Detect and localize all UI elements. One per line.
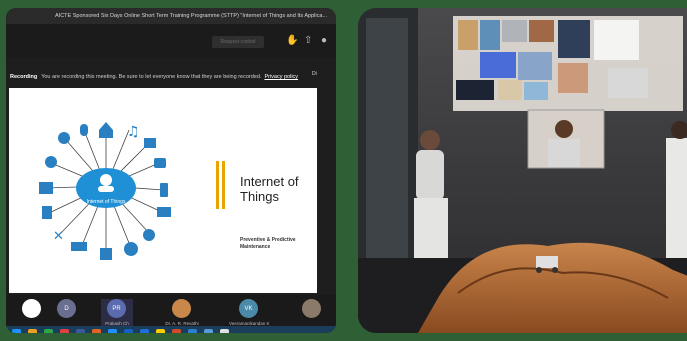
- taskbar-app-icon[interactable]: [156, 329, 165, 333]
- gear-icon: [124, 242, 138, 256]
- taskbar-app-icon[interactable]: [204, 329, 213, 333]
- recording-message: You are recording this meeting. Be sure …: [41, 74, 262, 80]
- recording-label: Recording: [10, 74, 38, 80]
- person-right: [666, 121, 687, 258]
- taskbar-app-icon[interactable]: [28, 329, 37, 333]
- taskbar-app-icon[interactable]: [60, 329, 69, 333]
- meeting-toolbar: Request control ✋ ⇧ ●: [6, 24, 336, 58]
- taskbar-app-icon[interactable]: [220, 329, 229, 333]
- accent-bar-right: [222, 161, 225, 209]
- hologram-image-grid: [453, 16, 683, 111]
- slide-subtitle: Preventive & Predictive Maintenance: [240, 237, 296, 250]
- accent-bar-left: [216, 161, 219, 209]
- taskbar-app-icon[interactable]: [140, 329, 149, 333]
- taskbar-app-icon[interactable]: [76, 329, 85, 333]
- privacy-policy-link[interactable]: Privacy policy: [264, 74, 298, 80]
- chart-icon: [39, 182, 53, 194]
- avatar: PR: [107, 299, 126, 318]
- avatar: [172, 299, 191, 318]
- share-icon[interactable]: ⇧: [304, 35, 312, 46]
- microphone-icon: [80, 124, 88, 136]
- request-control-button[interactable]: Request control: [212, 36, 264, 48]
- avatar: D: [57, 299, 76, 318]
- taskbar-app-icon[interactable]: [124, 329, 133, 333]
- remote-participant-video: [527, 109, 605, 169]
- taskbar-app-icon[interactable]: [12, 329, 21, 333]
- windows-taskbar: [6, 326, 336, 333]
- chat-icon: [143, 229, 155, 241]
- calendar-icon: [100, 248, 112, 260]
- mr-scene: [358, 8, 687, 333]
- shared-slide: Internet of Things ♫ ✕ Internet of Thing…: [9, 88, 317, 293]
- mixed-reality-view: [358, 8, 687, 333]
- window-title: AICTE Sponsored Six Days Online Short Te…: [6, 8, 336, 24]
- avatar: VK: [239, 299, 258, 318]
- meeting-window: AICTE Sponsored Six Days Online Short Te…: [6, 8, 336, 333]
- taskbar-app-icon[interactable]: [188, 329, 197, 333]
- envelope-icon: [157, 207, 171, 217]
- music-note-icon: ♫: [127, 124, 140, 140]
- reactions-icon[interactable]: ✋: [286, 35, 298, 46]
- stethoscope-icon: [45, 156, 57, 168]
- clipboard-icon: [42, 206, 52, 219]
- slide-title: Internet of Things: [240, 174, 299, 204]
- avatar: [22, 299, 41, 318]
- truck-icon: [71, 242, 87, 251]
- iot-diagram: Internet of Things ♫ ✕: [39, 122, 171, 260]
- cloud-label: Internet of Things: [87, 199, 126, 205]
- taskbar-app-icon[interactable]: [92, 329, 101, 333]
- avatar: [302, 299, 321, 318]
- taskbar-app-icon[interactable]: [44, 329, 53, 333]
- recording-banner: Recording You are recording this meeting…: [6, 68, 336, 86]
- home-icon: [99, 122, 113, 138]
- dismiss-button[interactable]: Di: [312, 71, 317, 77]
- clapperboard-icon: [144, 138, 156, 148]
- camera-icon[interactable]: ●: [321, 35, 327, 46]
- taskbar-app-icon[interactable]: [108, 329, 117, 333]
- smartphone-icon: [160, 183, 168, 197]
- brain-icon: [58, 132, 70, 144]
- tools-icon: ✕: [53, 229, 64, 244]
- camera-icon: [154, 158, 166, 168]
- taskbar-app-icon[interactable]: [172, 329, 181, 333]
